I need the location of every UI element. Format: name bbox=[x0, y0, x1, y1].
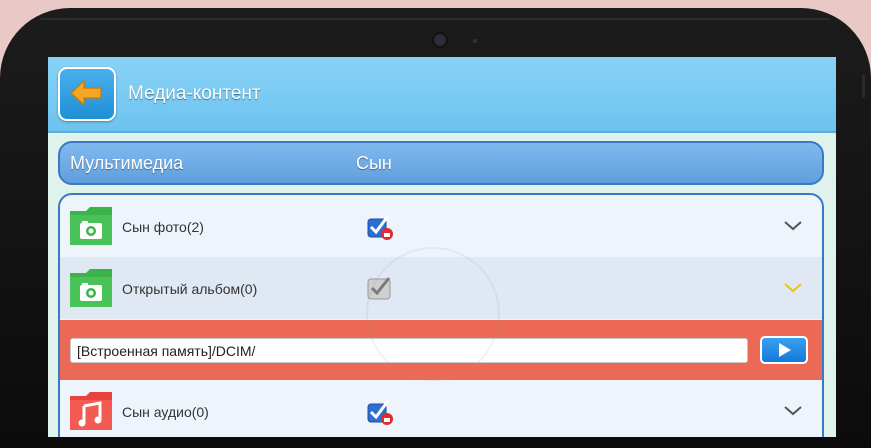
list-item-son-photo[interactable]: Сын фото(2) bbox=[60, 195, 822, 257]
item-label: Сын аудио(0) bbox=[122, 404, 209, 420]
chevron-down-icon[interactable] bbox=[784, 221, 802, 231]
list-item-son-audio[interactable]: Сын аудио(0) bbox=[60, 380, 822, 437]
camera-icon bbox=[434, 34, 446, 46]
path-panel: [Встроенная память]/DCIM/ bbox=[60, 320, 822, 380]
path-field[interactable]: [Встроенная память]/DCIM/ bbox=[70, 338, 748, 363]
column-child-label: Сын bbox=[356, 153, 392, 173]
photo-folder-icon bbox=[70, 207, 112, 245]
chevron-down-icon[interactable] bbox=[784, 283, 802, 293]
back-button[interactable] bbox=[58, 67, 116, 121]
checkbox-locked-icon[interactable] bbox=[366, 398, 394, 426]
checkbox-disabled-icon bbox=[367, 277, 391, 300]
column-header: Мультимедиа Сын bbox=[58, 141, 824, 185]
item-label: Сын фото(2) bbox=[122, 219, 204, 235]
list-item-open-album[interactable]: Открытый альбом(0) bbox=[60, 257, 822, 319]
side-button bbox=[862, 74, 865, 98]
arrow-left-icon bbox=[70, 79, 102, 107]
open-path-button[interactable] bbox=[760, 336, 808, 364]
chevron-down-icon[interactable] bbox=[784, 406, 802, 416]
sensor-dot bbox=[473, 39, 477, 43]
bezel-highlight bbox=[40, 18, 830, 20]
column-media-label: Мультимедиа bbox=[70, 153, 184, 173]
item-label: Открытый альбом(0) bbox=[122, 281, 258, 297]
page-title: Медиа-контент bbox=[128, 83, 261, 104]
play-icon bbox=[779, 343, 791, 357]
top-bar: Медиа-контент bbox=[48, 57, 836, 133]
media-list: Сын фото(2) Открытый альбом(0) [Встроенн… bbox=[58, 193, 824, 437]
photo-folder-icon bbox=[70, 269, 112, 307]
checkbox-locked-icon[interactable] bbox=[366, 213, 394, 241]
audio-folder-icon bbox=[70, 392, 112, 430]
app-screen: Медиа-контент Мультимедиа Сын Сын фото(2… bbox=[48, 57, 836, 437]
